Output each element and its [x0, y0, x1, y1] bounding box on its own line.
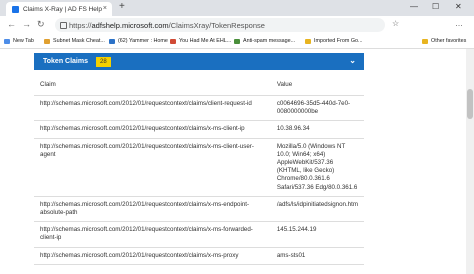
folder-icon [305, 38, 311, 44]
claims-table: Claim Value http://schemas.microsoft.com… [34, 73, 364, 265]
tab-close-icon[interactable]: × [103, 5, 107, 12]
scrollbar-thumb[interactable] [467, 89, 473, 119]
claim-cell: http://schemas.microsoft.com/2012/01/req… [34, 138, 271, 197]
value-cell: /adfs/ls/idpinitiatedsignon.htm [270, 196, 364, 223]
bookmark-label: Other favorites [431, 38, 467, 44]
back-icon[interactable]: ← [7, 19, 16, 29]
claim-cell: http://schemas.microsoft.com/2012/01/req… [34, 221, 271, 248]
bookmarks-bar: New Tab Subnet Mask Cheat... (62) Yammer… [0, 35, 474, 49]
bookmark-item[interactable]: Anti-spam message... [234, 38, 295, 44]
section-title: Token Claims [43, 58, 88, 65]
bookmark-label: Subnet Mask Cheat... [53, 38, 105, 44]
browser-tab[interactable]: Claims X-Ray | AD FS Help × [6, 2, 112, 16]
new-tab-button[interactable]: + [119, 1, 125, 12]
bookmark-item[interactable]: Subnet Mask Cheat... [44, 38, 105, 44]
bookmark-label: Imported From Go... [314, 38, 363, 44]
bookmark-label: New Tab [13, 38, 34, 44]
bookmark-item[interactable]: Imported From Go... [305, 38, 363, 44]
adfs-favicon-icon [12, 5, 19, 13]
chevron-down-icon[interactable]: ⌄ [349, 56, 356, 65]
url-path: /ClaimsXray/TokenResponse [168, 20, 265, 30]
url-host: adfshelp.microsoft.com [91, 20, 169, 30]
table-row: http://schemas.microsoft.com/2012/01/req… [34, 138, 364, 197]
table-row: http://schemas.microsoft.com/2012/01/req… [34, 247, 364, 265]
bookmark-label: You Had Me At EHL... [179, 38, 232, 44]
value-cell: ams-sts01 [270, 247, 364, 265]
table-header-row: Claim Value [34, 73, 364, 96]
menu-icon[interactable]: … [455, 19, 463, 28]
token-claims-header[interactable]: Token Claims 28 ⌄ [34, 53, 364, 70]
bookmark-item[interactable]: (62) Yammer : Home [109, 38, 168, 44]
bookmark-item[interactable]: You Had Me At EHL... [170, 38, 231, 44]
page-icon [170, 38, 176, 44]
url-prefix: https:// [69, 20, 92, 30]
claims-count-badge: 28 [96, 56, 111, 67]
bookmark-item[interactable]: Other favorites [422, 38, 466, 44]
page-scrollbar[interactable] [466, 49, 474, 274]
folder-icon [422, 38, 428, 44]
claim-cell: http://schemas.microsoft.com/2012/01/req… [34, 120, 271, 139]
lock-icon [60, 22, 67, 29]
maximize-icon[interactable]: ☐ [432, 2, 439, 11]
claim-column-header: Claim [34, 73, 271, 96]
tab-strip: Claims X-Ray | AD FS Help × + — ☐ ✕ [0, 0, 474, 16]
page-content: Token Claims 28 ⌄ Claim Value http://sch… [0, 49, 474, 274]
favorite-star-icon[interactable]: ☆ [392, 19, 399, 28]
tab-title: Claims X-Ray | AD FS Help [23, 5, 102, 13]
address-bar-row: ← → ↻ https://adfshelp.microsoft.com/Cla… [0, 16, 474, 36]
bookmark-item[interactable]: New Tab [4, 38, 34, 44]
table-row: http://schemas.microsoft.com/2012/01/req… [34, 196, 364, 223]
value-cell: c0064696-35d5-440d-7e0-0080000000be [270, 95, 364, 122]
bookmark-label: (62) Yammer : Home [118, 38, 168, 44]
url-field[interactable]: https://adfshelp.microsoft.com/ClaimsXra… [55, 18, 385, 32]
minimize-icon[interactable]: — [410, 2, 418, 11]
table-row: http://schemas.microsoft.com/2012/01/req… [34, 95, 364, 122]
value-column-header: Value [270, 73, 364, 96]
value-cell: 10.38.96.34 [270, 120, 364, 139]
table-row: http://schemas.microsoft.com/2012/01/req… [34, 221, 364, 248]
bookmark-label: Anti-spam message... [243, 38, 296, 44]
value-cell: Mozilla/5.0 (Windows NT 10.0; Win64; x64… [270, 138, 364, 197]
refresh-icon[interactable]: ↻ [37, 19, 45, 30]
value-cell: 145.15.244.19 [270, 221, 364, 248]
page-icon [4, 38, 10, 44]
claim-cell: http://schemas.microsoft.com/2012/01/req… [34, 247, 271, 265]
claim-cell: http://schemas.microsoft.com/2012/01/req… [34, 95, 271, 122]
forward-icon[interactable]: → [22, 19, 31, 29]
page-icon [234, 38, 240, 44]
page-icon [44, 38, 50, 44]
yammer-icon [109, 38, 115, 44]
window-close-icon[interactable]: ✕ [455, 2, 462, 11]
claim-cell: http://schemas.microsoft.com/2012/01/req… [34, 196, 271, 223]
table-row: http://schemas.microsoft.com/2012/01/req… [34, 120, 364, 139]
